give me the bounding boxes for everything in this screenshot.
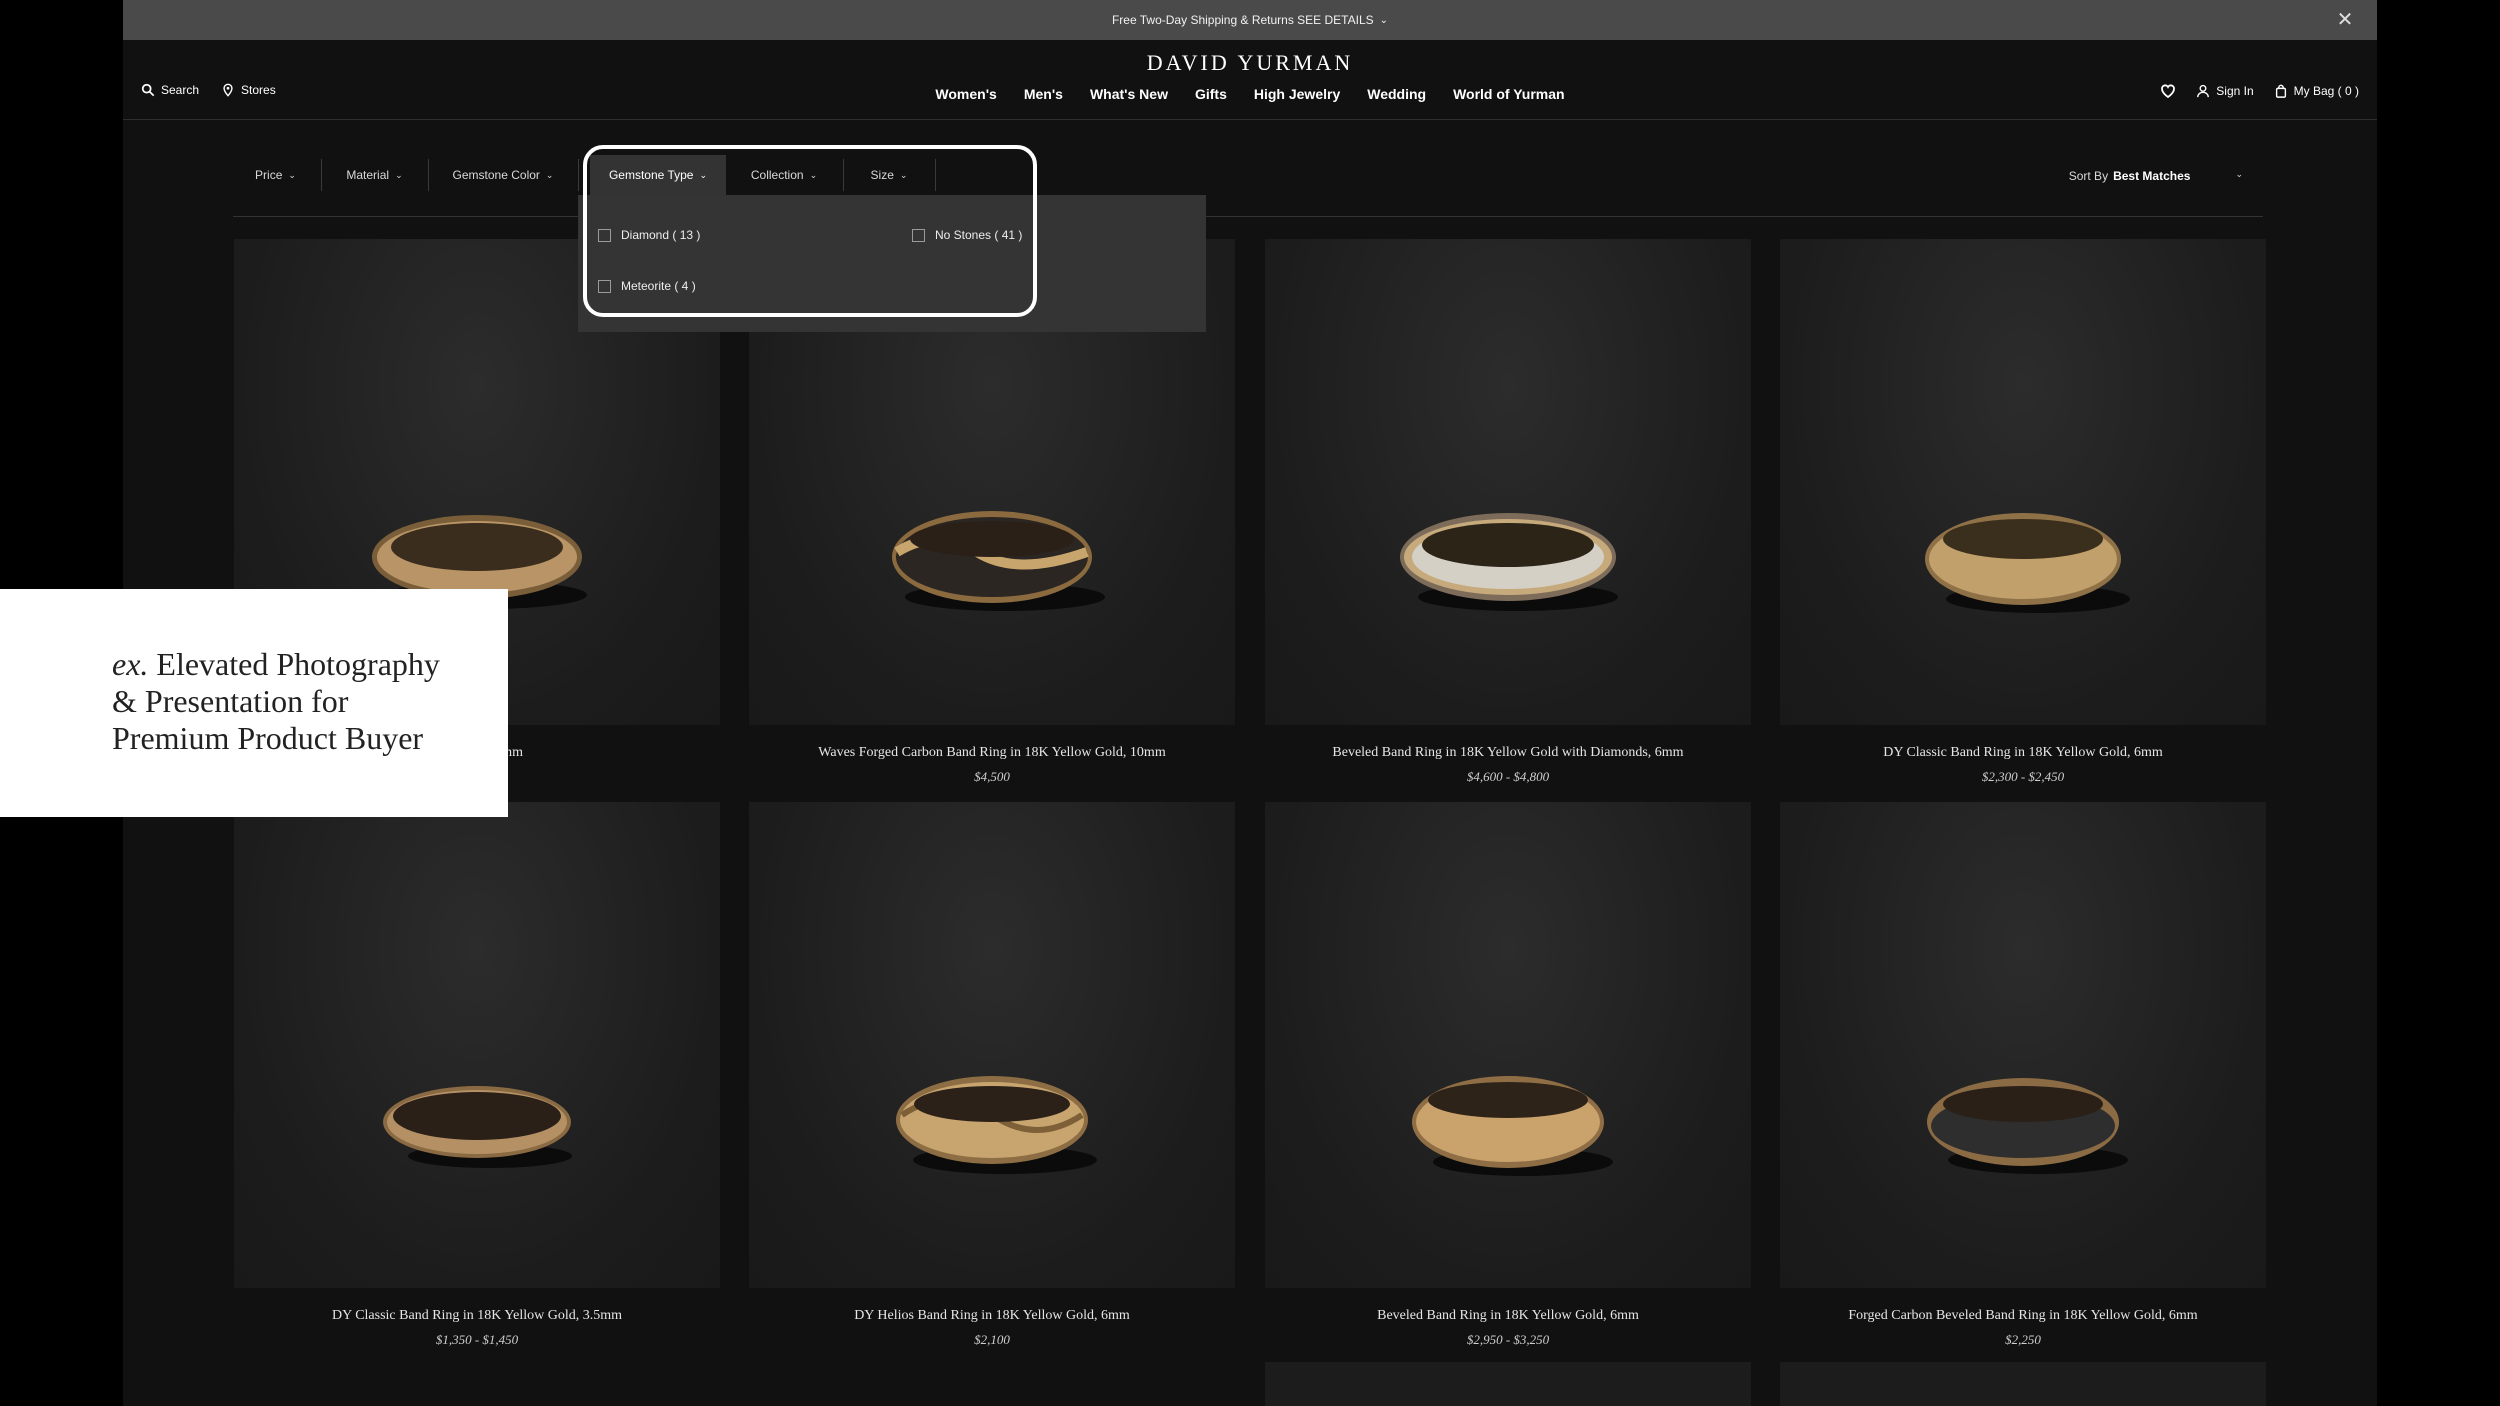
chevron-down-icon: ⌄	[1379, 14, 1389, 26]
product-card-peek[interactable]	[1265, 1362, 1751, 1406]
filter-divider	[321, 159, 322, 191]
highlight-annotation	[583, 145, 1037, 317]
filter-label: Gemstone Color	[452, 168, 540, 182]
filter-divider	[428, 159, 429, 191]
product-price: $4,500	[974, 769, 1010, 784]
product-name[interactable]: DY Classic Band Ring in 18K Yellow Gold,…	[234, 1308, 720, 1324]
product-price: $2,100	[974, 1332, 1010, 1347]
product-card[interactable]: Beveled Band Ring in 18K Yellow Gold wit…	[1265, 239, 1751, 785]
chevron-down-icon: ⌄	[545, 169, 554, 180]
wishlist-button[interactable]	[2160, 83, 2176, 99]
promo-text[interactable]: Free Two-Day Shipping & Returns SEE DETA…	[1112, 13, 1374, 27]
filter-label: Material	[346, 168, 390, 182]
filter-price[interactable]: Price ⌄	[233, 155, 318, 195]
product-card-peek[interactable]	[1780, 1362, 2266, 1406]
product-price: $2,250	[2005, 1332, 2041, 1347]
filter-material[interactable]: Material ⌄	[323, 155, 426, 195]
utility-right: Sign In My Bag ( 0 )	[2160, 83, 2359, 99]
product-image[interactable]	[1780, 802, 2266, 1288]
product-price: $4,600 - $4,800	[1466, 769, 1550, 784]
nav-item-womens[interactable]: Women's	[935, 86, 996, 102]
nav-item-wedding[interactable]: Wedding	[1367, 86, 1426, 102]
sort-select[interactable]: Sort By Best Matches ⌄	[2069, 169, 2243, 183]
nav-item-mens[interactable]: Men's	[1024, 86, 1063, 102]
annotation-line: ex. Elevated Photography	[112, 646, 508, 683]
sort-prefix: Sort By	[2068, 169, 2109, 183]
promo-bar: Free Two-Day Shipping & Returns SEE DETA…	[123, 0, 2377, 40]
chevron-down-icon: ⌄	[2235, 169, 2243, 179]
close-icon[interactable]: ✕	[2331, 5, 2359, 33]
product-image[interactable]	[749, 802, 1235, 1288]
annotation-line: Premium Product Buyer	[112, 720, 424, 756]
product-card[interactable]: DY Classic Band Ring in 18K Yellow Gold,…	[234, 802, 720, 1348]
filter-divider	[578, 159, 579, 191]
product-image[interactable]	[1265, 239, 1751, 725]
product-name[interactable]: Waves Forged Carbon Band Ring in 18K Yel…	[749, 745, 1235, 761]
ring-image	[1400, 513, 1618, 611]
product-name[interactable]: Forged Carbon Beveled Band Ring in 18K Y…	[1780, 1308, 2266, 1324]
product-name[interactable]: Beveled Band Ring in 18K Yellow Gold, 6m…	[1265, 1308, 1751, 1324]
ring-image	[1412, 1076, 1613, 1176]
product-card[interactable]: DY Helios Band Ring in 18K Yellow Gold, …	[749, 802, 1235, 1348]
product-image[interactable]	[1780, 239, 2266, 725]
annotation-line: & Presentation for	[112, 683, 349, 719]
chevron-down-icon: ⌄	[395, 169, 403, 180]
ring-image	[1927, 1078, 2128, 1174]
product-name[interactable]: DY Classic Band Ring in 18K Yellow Gold,…	[1780, 745, 2266, 761]
chevron-down-icon: ⌄	[288, 169, 296, 180]
nav-item-world-of-yurman[interactable]: World of Yurman	[1453, 86, 1565, 102]
nav-item-high-jewelry[interactable]: High Jewelry	[1254, 86, 1340, 102]
nav-item-gifts[interactable]: Gifts	[1195, 86, 1227, 102]
sign-in-label: Sign In	[2216, 84, 2254, 98]
product-price: $2,950 - $3,250	[1466, 1332, 1550, 1347]
bag-label: My Bag ( 0 )	[2293, 84, 2359, 98]
product-name[interactable]: DY Helios Band Ring in 18K Yellow Gold, …	[749, 1308, 1235, 1324]
sign-in-button[interactable]: Sign In	[2196, 84, 2254, 98]
annotation-card: ex. Elevated Photography & Presentation …	[0, 589, 508, 817]
product-name[interactable]: Beveled Band Ring in 18K Yellow Gold wit…	[1265, 745, 1751, 761]
ring-image	[383, 1086, 572, 1168]
product-image[interactable]	[1265, 802, 1751, 1288]
main-nav: Women's Men's What's New Gifts High Jewe…	[123, 86, 2377, 102]
bag-icon	[2275, 84, 2286, 98]
product-image[interactable]	[234, 802, 720, 1288]
bag-button[interactable]: My Bag ( 0 )	[2274, 84, 2359, 98]
user-icon	[2197, 84, 2210, 98]
nav-item-whats-new[interactable]: What's New	[1090, 86, 1168, 102]
ring-image	[896, 1076, 1097, 1174]
site-header: DAVID YURMAN Search Stores Women's Men's…	[123, 40, 2377, 120]
annotation-text: Elevated Photography	[156, 646, 440, 682]
filter-bar: Price ⌄ Material ⌄ Gemstone Color ⌄ Gemston…	[233, 155, 2263, 217]
filter-gemstone-color[interactable]: Gemstone Color ⌄	[430, 155, 576, 195]
product-card[interactable]: DY Classic Band Ring in 18K Yellow Gold,…	[1780, 239, 2266, 785]
ring-image	[1925, 513, 2130, 613]
product-card[interactable]: Beveled Band Ring in 18K Yellow Gold, 6m…	[1265, 802, 1751, 1348]
product-card[interactable]: Forged Carbon Beveled Band Ring in 18K Y…	[1780, 802, 2266, 1348]
sort-value: Best Matches	[2113, 169, 2191, 183]
product-price: $1,350 - $1,450	[435, 1332, 519, 1347]
ring-image	[892, 511, 1105, 611]
heart-icon	[2161, 84, 2176, 99]
annotation-ex: ex.	[112, 646, 149, 682]
filter-label: Price	[255, 168, 283, 182]
brand-logo[interactable]: DAVID YURMAN	[123, 50, 2377, 76]
product-price: $2,300 - $2,450	[1981, 769, 2065, 784]
